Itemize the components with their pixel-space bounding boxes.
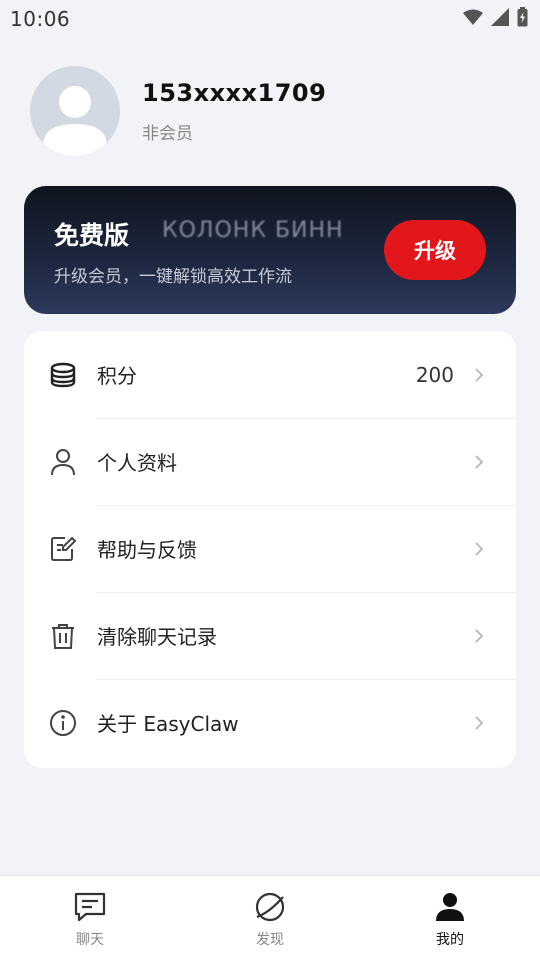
nav-item-discover[interactable]: 发现 bbox=[180, 876, 360, 960]
chevron-right-icon bbox=[472, 715, 486, 730]
chevron-right-icon bbox=[472, 541, 486, 556]
wifi-icon bbox=[463, 9, 483, 29]
menu-label-profile: 个人资料 bbox=[97, 451, 177, 475]
membership-title-effect: КОЛОНК БИНН bbox=[162, 218, 344, 243]
menu-label-points: 积分 bbox=[97, 364, 137, 388]
person-icon bbox=[433, 890, 467, 924]
info-icon bbox=[48, 708, 78, 738]
points-value: 200 bbox=[415, 362, 454, 387]
default-user-avatar-icon bbox=[43, 86, 107, 156]
menu-label-help-feedback: 帮助与反馈 bbox=[97, 538, 197, 562]
planet-icon bbox=[253, 890, 287, 924]
cellular-signal-icon bbox=[491, 8, 509, 30]
status-bar: 10:06 bbox=[0, 0, 540, 38]
chevron-right-icon bbox=[472, 367, 486, 382]
chevron-right-icon bbox=[472, 454, 486, 469]
settings-menu: 积分 200 个人资料 帮助与反馈 清除聊天记录 关于 EasyClaw bbox=[24, 331, 516, 768]
trash-icon bbox=[48, 621, 78, 651]
nav-label-discover: 发现 bbox=[256, 932, 284, 948]
username: 153xxxx1709 bbox=[142, 78, 327, 107]
feedback-edit-icon bbox=[48, 534, 78, 564]
nav-item-mine[interactable]: 我的 bbox=[360, 876, 540, 960]
membership-subtitle: 升级会员，一键解锁高效工作流 bbox=[54, 267, 292, 287]
membership-plan-title: 免费版 bbox=[54, 221, 130, 250]
nav-label-chat: 聊天 bbox=[76, 932, 104, 948]
nav-item-chat[interactable]: 聊天 bbox=[0, 876, 180, 960]
menu-item-about[interactable]: 关于 EasyClaw bbox=[24, 679, 516, 766]
profile-screen: 10:06 153xxxx1709 非会员 免费版 КОЛОНК БИНН 升级… bbox=[0, 0, 540, 960]
battery-charging-icon bbox=[517, 7, 528, 31]
menu-label-clear-chat: 清除聊天记录 bbox=[97, 625, 217, 649]
menu-label-about: 关于 EasyClaw bbox=[97, 712, 239, 736]
profile-header: 153xxxx1709 非会员 bbox=[30, 66, 326, 156]
user-icon bbox=[48, 447, 78, 477]
profile-text: 153xxxx1709 非会员 bbox=[142, 79, 326, 144]
menu-item-help-feedback[interactable]: 帮助与反馈 bbox=[24, 505, 516, 592]
upgrade-button[interactable]: 升级 bbox=[384, 220, 486, 280]
status-icons bbox=[463, 7, 528, 31]
bottom-nav: 聊天 发现 我的 bbox=[0, 875, 540, 960]
chevron-right-icon bbox=[472, 628, 486, 643]
nav-label-mine: 我的 bbox=[436, 932, 464, 948]
membership-status: 非会员 bbox=[142, 123, 193, 144]
coins-stack-icon bbox=[48, 360, 78, 390]
menu-item-points[interactable]: 积分 200 bbox=[24, 331, 516, 418]
status-time: 10:06 bbox=[10, 7, 71, 31]
avatar[interactable] bbox=[30, 66, 120, 156]
chat-icon bbox=[73, 890, 107, 924]
menu-item-profile[interactable]: 个人资料 bbox=[24, 418, 516, 505]
membership-card[interactable]: 免费版 КОЛОНК БИНН 升级会员，一键解锁高效工作流 升级 bbox=[24, 186, 516, 314]
menu-item-clear-chat[interactable]: 清除聊天记录 bbox=[24, 592, 516, 679]
